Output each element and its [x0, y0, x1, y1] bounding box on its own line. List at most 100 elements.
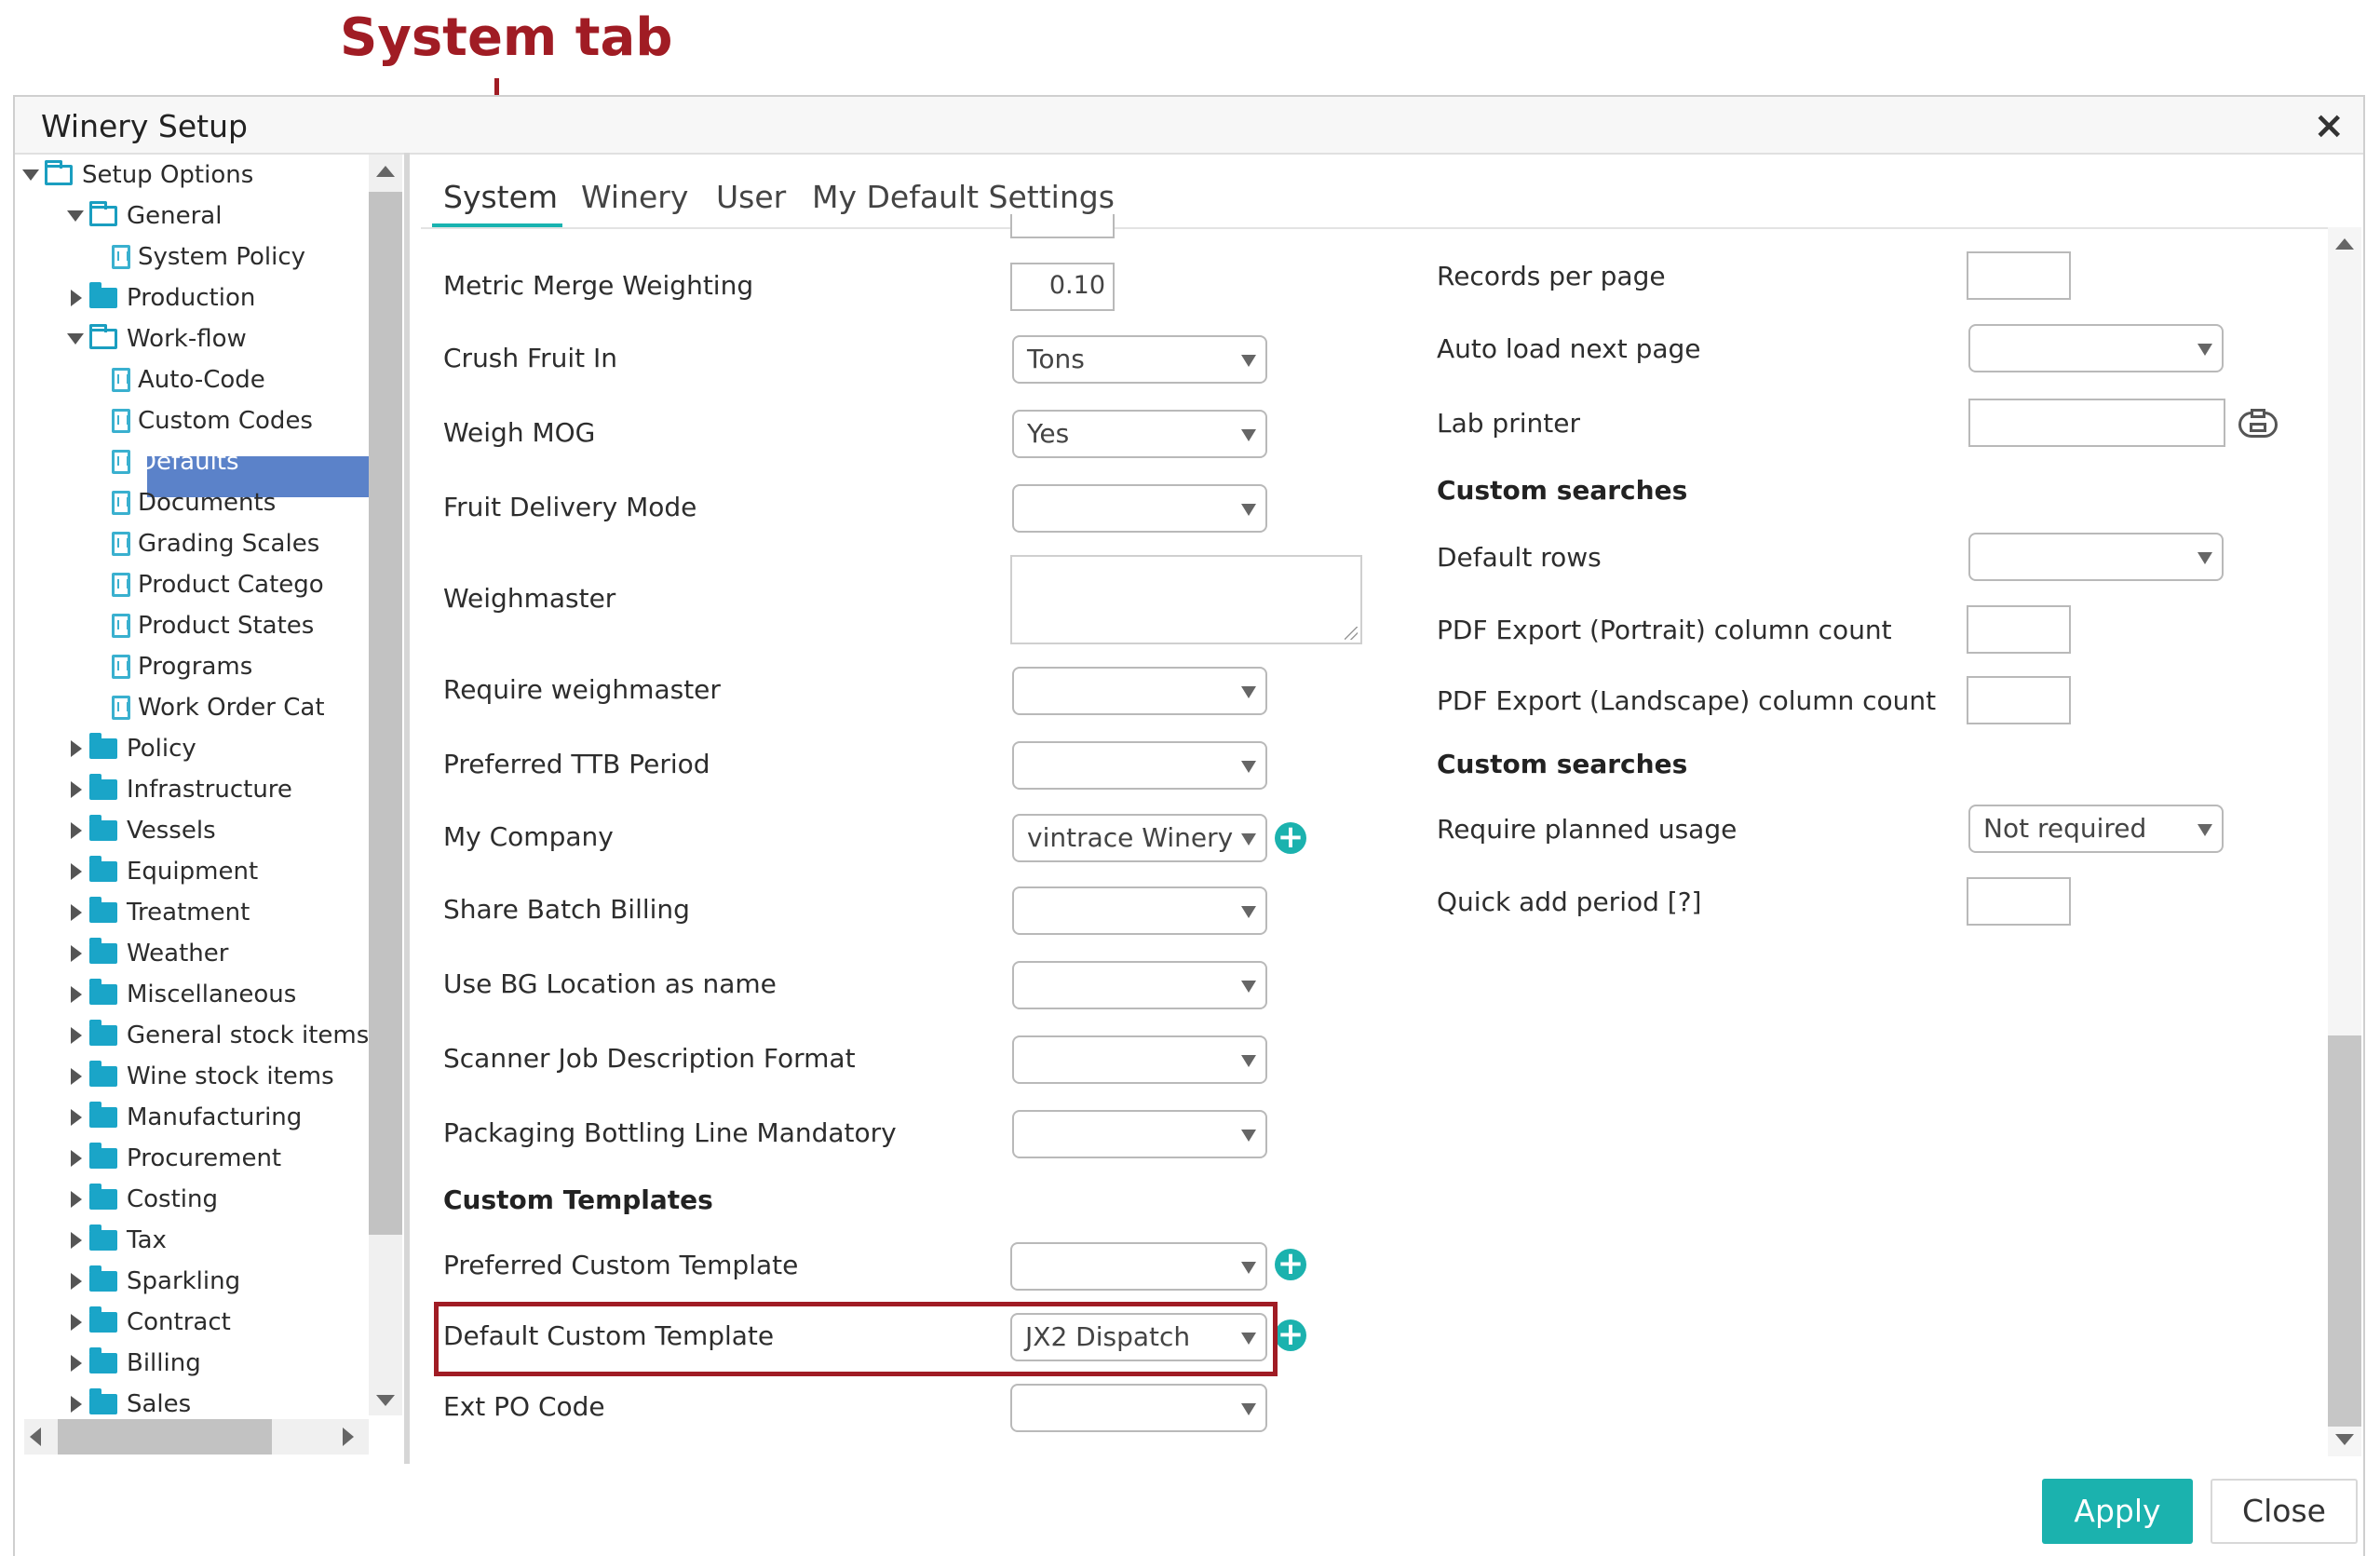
- expand-arrow-icon[interactable]: [71, 1150, 82, 1167]
- tree-item[interactable]: Setup Options: [20, 155, 374, 196]
- expand-arrow-icon[interactable]: [71, 1232, 82, 1249]
- tree-item[interactable]: Production: [20, 277, 374, 318]
- expand-arrow-icon[interactable]: [71, 290, 82, 306]
- tree-item-label: Procurement: [127, 1144, 282, 1172]
- scroll-down-icon[interactable]: [2335, 1434, 2354, 1445]
- tree-scroll-thumb[interactable]: [369, 192, 402, 1235]
- expand-arrow-icon[interactable]: [71, 1109, 82, 1126]
- tree-item[interactable]: Infrastructure: [20, 769, 374, 810]
- collapse-arrow-icon[interactable]: [67, 333, 84, 345]
- folder-icon: [89, 1265, 117, 1292]
- apply-button[interactable]: Apply: [2042, 1479, 2193, 1544]
- expand-arrow-icon[interactable]: [71, 1396, 82, 1413]
- document-icon: [112, 614, 130, 638]
- folder-icon: [89, 1306, 117, 1333]
- scroll-left-icon[interactable]: [30, 1427, 41, 1446]
- tree-item-label: Programs: [138, 653, 253, 681]
- tree-item-label: Treatment: [127, 899, 250, 927]
- scroll-down-icon[interactable]: [376, 1395, 395, 1406]
- expand-arrow-icon[interactable]: [71, 1068, 82, 1085]
- tree-item[interactable]: Wine stock items: [20, 1056, 374, 1097]
- tree-item[interactable]: Work Order Cat: [20, 687, 374, 728]
- folder-icon: [89, 856, 117, 882]
- collapse-arrow-icon[interactable]: [22, 169, 39, 181]
- tab-system[interactable]: System: [443, 179, 558, 215]
- tree-item[interactable]: Programs: [20, 646, 374, 687]
- tree-item[interactable]: Treatment: [20, 892, 374, 933]
- tree-item-label: Policy: [127, 735, 196, 763]
- tree-item[interactable]: Custom Codes: [20, 400, 374, 441]
- tree-item-label: Wine stock items: [127, 1062, 334, 1090]
- scroll-up-icon[interactable]: [376, 166, 395, 177]
- tree-item[interactable]: Auto-Code: [20, 359, 374, 400]
- tab-my-default-settings[interactable]: My Default Settings: [812, 179, 1115, 215]
- expand-arrow-icon[interactable]: [71, 945, 82, 962]
- expand-arrow-icon[interactable]: [71, 1191, 82, 1208]
- tree-item[interactable]: General: [20, 196, 374, 237]
- tree-item-label: Contract: [127, 1308, 231, 1336]
- tree-item[interactable]: Contract: [20, 1302, 374, 1343]
- tree-item[interactable]: Product States: [20, 605, 374, 646]
- partial-field-input[interactable]: [1010, 214, 1115, 238]
- tree-item-label: Billing: [127, 1349, 201, 1377]
- tab-user[interactable]: User: [716, 179, 786, 215]
- tree-item[interactable]: Weather: [20, 933, 374, 974]
- tree-item-label: Costing: [127, 1185, 219, 1213]
- tree-item-label: Work Order Cat: [138, 694, 325, 722]
- tree-item-label: Vessels: [127, 817, 216, 845]
- tree-item-label: General: [127, 202, 223, 230]
- folder-icon: [89, 815, 117, 841]
- tree-item[interactable]: Grading Scales: [20, 523, 374, 564]
- tree-item[interactable]: Documents: [20, 482, 374, 523]
- folder-icon: [89, 1225, 117, 1251]
- expand-arrow-icon[interactable]: [71, 740, 82, 757]
- tree-item[interactable]: Vessels: [20, 810, 374, 851]
- expand-arrow-icon[interactable]: [71, 863, 82, 880]
- active-tab-indicator: [432, 223, 562, 227]
- tree-item-label: System Policy: [138, 243, 306, 271]
- tree-item[interactable]: Billing: [20, 1343, 374, 1384]
- tree-item[interactable]: General stock items: [20, 1015, 374, 1056]
- tree-item[interactable]: Miscellaneous: [20, 974, 374, 1015]
- tree-item-label: Manufacturing: [127, 1103, 303, 1131]
- folder-icon: [89, 979, 117, 1005]
- expand-arrow-icon[interactable]: [71, 1027, 82, 1044]
- dialog-title: Winery Setup: [41, 108, 248, 144]
- form-scroll-thumb[interactable]: [2328, 1035, 2361, 1427]
- scroll-right-icon[interactable]: [343, 1427, 354, 1446]
- tree-item-label: Product Catego: [138, 571, 324, 599]
- expand-arrow-icon[interactable]: [71, 1355, 82, 1372]
- tree-item-label: General stock items: [127, 1022, 370, 1049]
- panel-splitter[interactable]: [404, 153, 410, 1464]
- folder-icon: [89, 1388, 117, 1414]
- tab-winery[interactable]: Winery: [581, 179, 688, 215]
- scroll-up-icon[interactable]: [2335, 238, 2354, 250]
- expand-arrow-icon[interactable]: [71, 904, 82, 921]
- tree-horizontal-scrollbar[interactable]: [24, 1419, 369, 1455]
- tree-hscroll-thumb[interactable]: [58, 1419, 272, 1455]
- tree-vertical-scrollbar[interactable]: [369, 155, 402, 1415]
- expand-arrow-icon[interactable]: [71, 781, 82, 798]
- close-button[interactable]: Close: [2211, 1479, 2358, 1544]
- tree-item[interactable]: System Policy: [20, 237, 374, 277]
- expand-arrow-icon[interactable]: [71, 1314, 82, 1331]
- tree-item[interactable]: Sparkling: [20, 1261, 374, 1302]
- document-icon: [112, 409, 130, 433]
- document-icon: [112, 532, 130, 556]
- tree-item[interactable]: Defaults: [20, 441, 374, 482]
- open-folder-icon: [89, 201, 117, 226]
- tree-item[interactable]: Procurement: [20, 1138, 374, 1179]
- form-vertical-scrollbar[interactable]: [2328, 227, 2361, 1456]
- expand-arrow-icon[interactable]: [71, 986, 82, 1003]
- tree-item[interactable]: Equipment: [20, 851, 374, 892]
- tree-item[interactable]: Manufacturing: [20, 1097, 374, 1138]
- expand-arrow-icon[interactable]: [71, 822, 82, 839]
- tree-item[interactable]: Costing: [20, 1179, 374, 1220]
- tree-item[interactable]: Policy: [20, 728, 374, 769]
- tree-item[interactable]: Product Catego: [20, 564, 374, 605]
- collapse-arrow-icon[interactable]: [67, 210, 84, 222]
- close-icon[interactable]: ×: [2313, 104, 2345, 147]
- tree-item[interactable]: Tax: [20, 1220, 374, 1261]
- expand-arrow-icon[interactable]: [71, 1273, 82, 1290]
- tree-item[interactable]: Work-flow: [20, 318, 374, 359]
